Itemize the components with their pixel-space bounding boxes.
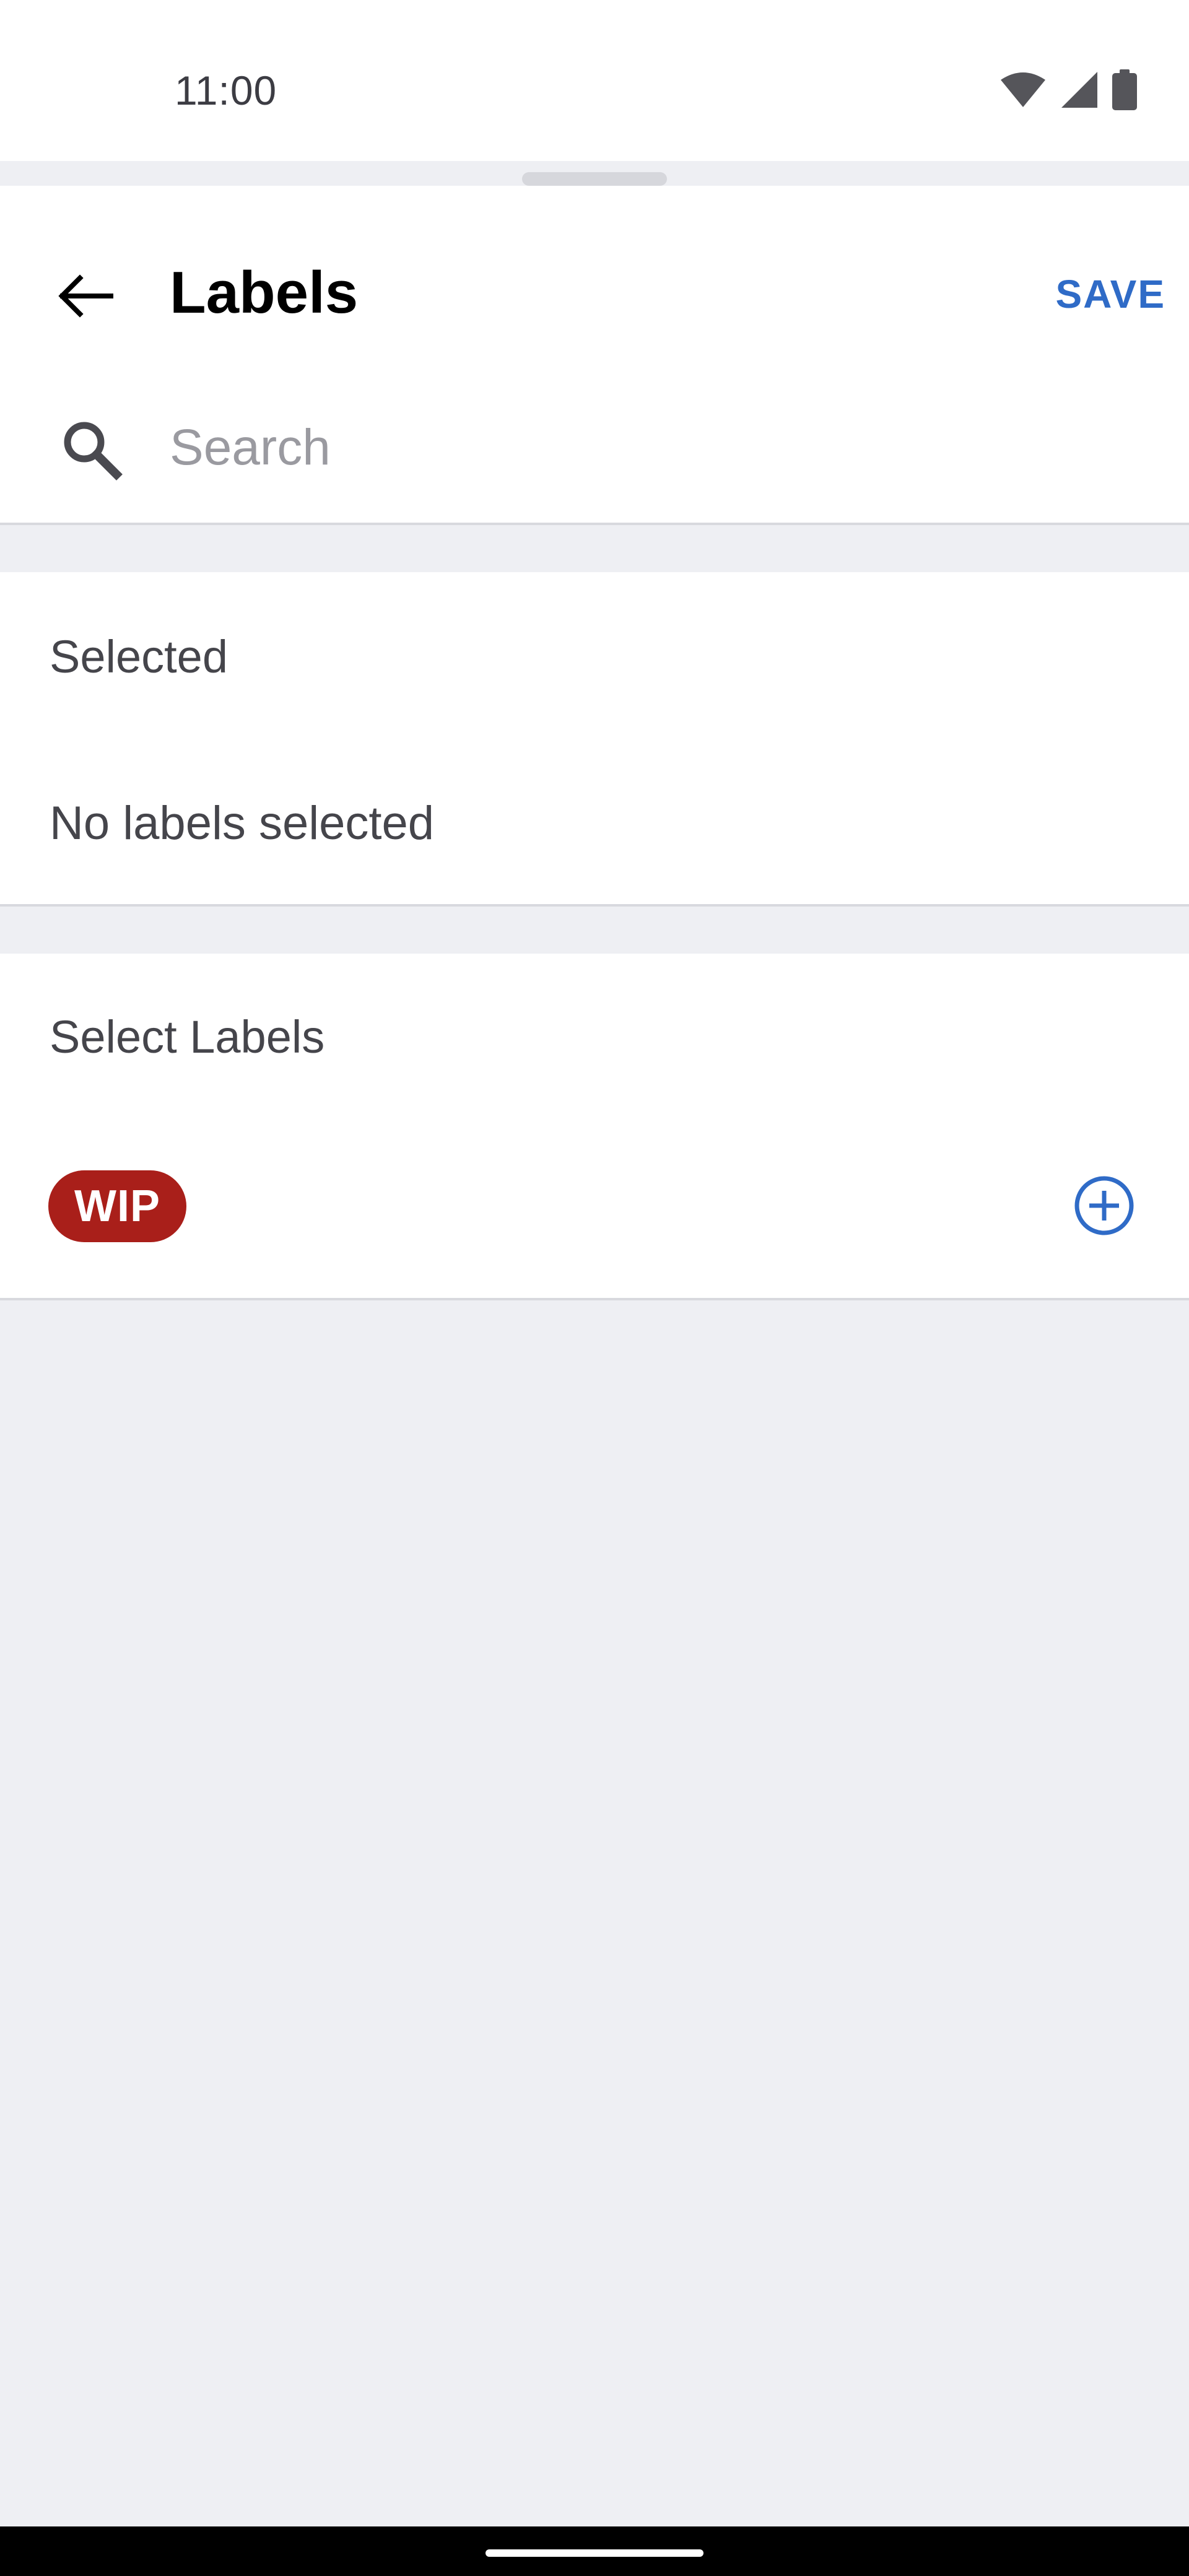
save-button[interactable]: SAVE — [1055, 271, 1165, 317]
navigation-bar — [0, 2526, 1189, 2576]
drag-handle[interactable] — [522, 172, 667, 186]
label-chip-wip: WIP — [48, 1170, 186, 1242]
status-icons — [1000, 69, 1137, 113]
battery-icon — [1112, 69, 1137, 113]
status-bar: 11:00 — [0, 0, 1189, 161]
add-circle-icon — [1073, 1175, 1135, 1240]
select-labels-section: Select Labels WIP — [0, 954, 1189, 1300]
search-icon — [61, 419, 123, 481]
select-labels-heading: Select Labels — [50, 1011, 325, 1063]
no-labels-selected-text: No labels selected — [50, 797, 435, 850]
wifi-icon — [1000, 71, 1047, 111]
back-button[interactable] — [48, 260, 123, 334]
home-indicator[interactable] — [486, 2549, 703, 2557]
cellular-signal-icon — [1060, 71, 1099, 112]
status-time: 11:00 — [175, 67, 277, 113]
arrow-left-icon — [58, 274, 113, 321]
search-row — [0, 372, 1189, 525]
search-input[interactable] — [170, 407, 1136, 488]
add-label-button[interactable] — [1070, 1173, 1138, 1241]
selected-section: Selected No labels selected — [0, 572, 1189, 907]
labels-screen: 11:00 Labels SAVE Search Selected No lab… — [0, 0, 1189, 2576]
selected-heading: Selected — [50, 631, 228, 682]
label-list-item[interactable]: WIP — [0, 1146, 1189, 1251]
page-title: Labels — [170, 259, 359, 326]
